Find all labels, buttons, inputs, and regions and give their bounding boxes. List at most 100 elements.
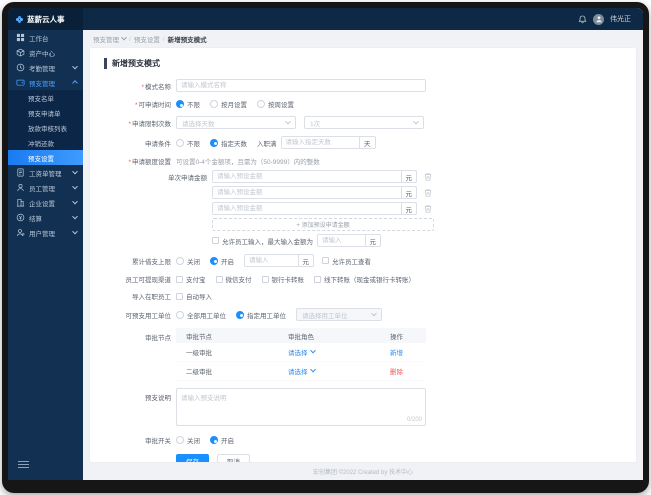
cancel-button[interactable]: 取消 xyxy=(217,454,250,462)
unit-yuan: 元 xyxy=(400,187,417,198)
radio-apply-time-monthly[interactable] xyxy=(210,100,218,108)
times-select[interactable]: 1次 xyxy=(304,116,424,129)
radio-apply-time-weekly[interactable] xyxy=(257,100,265,108)
sidebar-item-advance-management[interactable]: 预支管理 xyxy=(8,75,83,90)
unit-select[interactable]: 请选择用工单位 xyxy=(296,308,382,321)
chevron-down-icon xyxy=(309,366,316,373)
sidebar-item-asset-center[interactable]: 资产中心 xyxy=(8,45,83,60)
app-window: 蓝薪云人事 伟光正 工作台 资产中心 考勤管理 预支管理 预支名单 预支申请单 … xyxy=(2,2,649,493)
field-sublabel: 单次申请金额 xyxy=(168,174,207,182)
preset-amount-input[interactable] xyxy=(213,203,401,214)
sidebar-item-advance-applications[interactable]: 预支申请单 xyxy=(8,105,83,120)
username[interactable]: 伟光正 xyxy=(610,14,631,24)
description-textarea[interactable] xyxy=(176,388,426,426)
radio-cumulative-on[interactable] xyxy=(210,256,218,265)
breadcrumb-item-advance-settings[interactable]: 预支设置 xyxy=(134,34,160,44)
approval-table-header: 审批节点 审批角色 操作 xyxy=(176,328,426,343)
radio-switch-off[interactable] xyxy=(176,436,184,444)
role-select[interactable]: 请选择 xyxy=(288,347,316,357)
sidebar-item-advance-settings[interactable]: 预支设置 xyxy=(8,150,83,165)
field-label: 可预支用工单位 xyxy=(125,312,172,320)
logo-icon xyxy=(15,15,24,23)
role-select[interactable]: 请选择 xyxy=(288,366,316,376)
breadcrumb-item-advance-management[interactable]: 预支管理 xyxy=(93,34,119,44)
approval-table-row: 二级审批 请选择 删除 xyxy=(176,362,426,381)
chevron-down-icon xyxy=(309,347,316,354)
radio-condition-unlimited[interactable] xyxy=(176,138,184,147)
field-label: 模式名称 xyxy=(104,81,176,91)
sidebar-item-label: 结算 xyxy=(29,215,42,223)
sidebar-item-user-management[interactable]: 用户管理 xyxy=(8,225,83,240)
description-wrap: 0/200 xyxy=(176,388,426,428)
field-label: 导入在职员工 xyxy=(132,294,171,301)
chevron-down-icon xyxy=(72,228,78,234)
add-node-link[interactable]: 新增 xyxy=(390,350,403,357)
chevron-down-icon xyxy=(371,310,377,316)
topbar: 蓝薪云人事 伟光正 xyxy=(8,8,643,30)
sidebar-item-attendance[interactable]: 考勤管理 xyxy=(8,60,83,75)
mode-name-input[interactable] xyxy=(176,79,426,92)
save-button[interactable]: 保存 xyxy=(176,454,209,462)
logo-text: 蓝薪云人事 xyxy=(27,14,65,24)
chevron-down-icon xyxy=(121,34,127,41)
add-preset-amount-button[interactable]: + 添加预设申请金额 xyxy=(212,218,434,231)
field-approval-nodes: 审批节点 审批节点 审批角色 操作 一级审批 请选择 新增 二级审批 请选择 删… xyxy=(104,328,622,381)
sidebar-item-enterprise-settings[interactable]: 企业设置 xyxy=(8,195,83,210)
preset-amount-input[interactable] xyxy=(213,187,401,198)
sidebar-item-label: 预支管理 xyxy=(29,80,55,88)
radio-specified-units[interactable] xyxy=(236,310,244,319)
field-label: 累计借支上限 xyxy=(132,258,171,266)
amount-group: 元 xyxy=(212,170,417,183)
delete-amount-icon[interactable] xyxy=(423,172,433,182)
form-card: 新增预支模式 模式名称 可申请时间 不限 按月设置 按周设置 申请限制次数 xyxy=(90,48,636,462)
sidebar-item-advance-list[interactable]: 预支名单 xyxy=(8,90,83,105)
field-apply-time: 可申请时间 不限 按月设置 按周设置 xyxy=(104,99,622,109)
sidebar-collapse-button[interactable] xyxy=(18,459,29,470)
field-label: 员工可提现渠道 xyxy=(125,277,172,284)
field-employer-units: 可预支用工单位 全部用工单位 指定用工单位 请选择用工单位 xyxy=(104,308,622,321)
cumulative-amount-input[interactable] xyxy=(245,255,298,266)
field-label: 审批节点 xyxy=(145,335,171,342)
amount-group: 元 xyxy=(212,202,417,215)
sidebar-item-writeoff-repayment[interactable]: 冲销还款 xyxy=(8,135,83,150)
unit-yuan: 元 xyxy=(364,235,381,246)
unit-day: 天 xyxy=(359,137,375,148)
preset-amount-input[interactable] xyxy=(213,171,401,182)
chevron-down-icon xyxy=(413,118,419,124)
breadcrumb-separator: / xyxy=(162,35,165,43)
allow-employee-input-checkbox[interactable] xyxy=(212,237,219,244)
avatar[interactable] xyxy=(593,13,604,25)
sidebar-item-payroll[interactable]: 工资单管理 xyxy=(8,165,83,180)
field-label: 申请限制次数 xyxy=(104,118,176,128)
notification-bell-icon[interactable] xyxy=(578,15,587,24)
app-logo[interactable]: 蓝薪云人事 xyxy=(8,8,83,30)
condition-days-input[interactable] xyxy=(281,137,359,148)
condition-prefix: 入职满 xyxy=(257,140,277,148)
delete-amount-icon[interactable] xyxy=(423,204,433,214)
sidebar-item-label: 员工管理 xyxy=(29,185,55,193)
offline-transfer-checkbox[interactable] xyxy=(314,275,321,283)
alipay-checkbox[interactable] xyxy=(176,275,183,283)
radio-all-units[interactable] xyxy=(176,310,184,319)
days-select[interactable]: 请选择天数 xyxy=(176,116,296,129)
delete-amount-icon[interactable] xyxy=(423,188,433,198)
quota-allow-row: 允许员工输入，最大输入金额为 元 xyxy=(140,234,622,247)
sidebar-item-loan-review-list[interactable]: 放款审核列表 xyxy=(8,120,83,135)
delete-node-link[interactable]: 删除 xyxy=(390,369,403,376)
quota-row-1: 单次申请金额 元 xyxy=(140,170,622,183)
bank-transfer-checkbox[interactable] xyxy=(261,275,269,283)
radio-switch-on[interactable] xyxy=(210,436,218,444)
sidebar-item-employees[interactable]: 员工管理 xyxy=(8,180,83,195)
sidebar-item-settlement[interactable]: 结算 xyxy=(8,210,83,225)
sidebar-item-label: 考勤管理 xyxy=(29,65,55,73)
sidebar-item-workbench[interactable]: 工作台 xyxy=(8,30,83,45)
wechat-pay-checkbox[interactable] xyxy=(215,275,223,283)
radio-apply-time-unlimited[interactable] xyxy=(176,100,184,108)
allow-employee-view-checkbox[interactable] xyxy=(322,257,329,264)
auto-import-checkbox[interactable] xyxy=(176,292,183,300)
quota-add-row: + 添加预设申请金额 xyxy=(140,218,622,231)
radio-condition-specified-days[interactable] xyxy=(210,138,218,147)
sidebar-item-label: 用户管理 xyxy=(29,230,55,238)
radio-cumulative-off[interactable] xyxy=(176,256,184,265)
max-input-amount[interactable] xyxy=(318,235,365,246)
